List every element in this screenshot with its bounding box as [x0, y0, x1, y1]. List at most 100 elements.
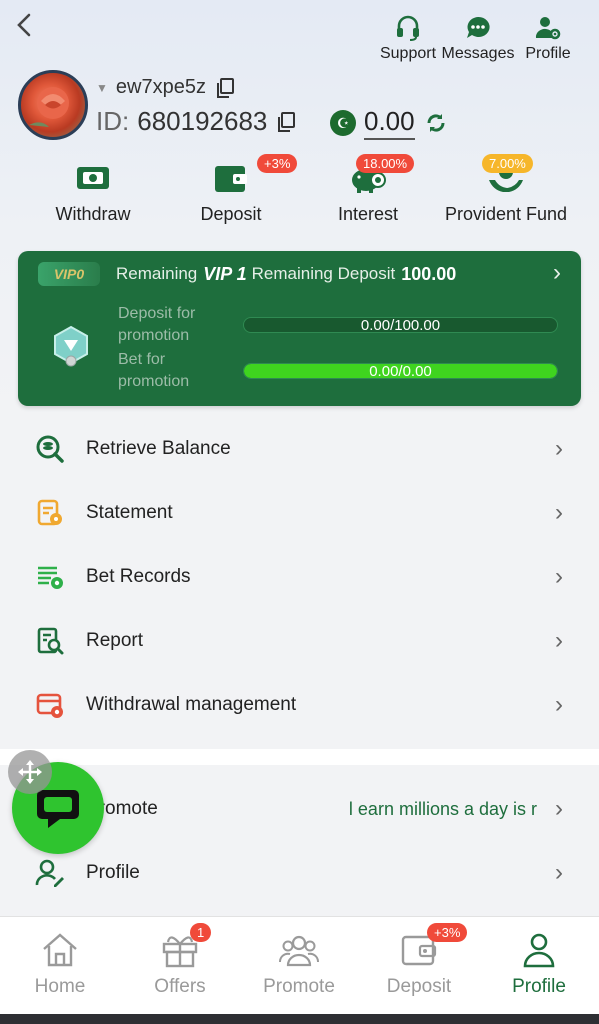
chevron-right-icon: ›: [555, 435, 563, 462]
tab-deposit[interactable]: +3% Deposit: [369, 923, 469, 998]
withdraw-settings-icon: [34, 689, 66, 721]
copy-id-icon[interactable]: [277, 111, 296, 132]
user-id-row: ID: 680192683: [96, 106, 296, 137]
next-vip-level: VIP 1: [203, 263, 247, 284]
balance-value: 0.00: [364, 106, 415, 140]
tab-label: Home: [34, 976, 86, 997]
menu-item-label: Statement: [86, 502, 173, 523]
menu-item-retrieve-balance[interactable]: Retrieve Balance ›: [0, 417, 599, 481]
deposit-promotion-row: Deposit for promotion 0.00/100.00: [118, 303, 578, 347]
menu-item-label: Retrieve Balance: [86, 438, 231, 459]
user-id: 680192683: [137, 106, 268, 136]
chevron-right-icon: ›: [555, 691, 563, 718]
vip-level-tag: VIP0: [38, 262, 100, 286]
section-divider: [0, 749, 599, 765]
tab-label: Deposit: [386, 976, 452, 997]
tab-profile[interactable]: Profile: [489, 931, 589, 998]
tab-promote[interactable]: Promote: [249, 931, 349, 998]
chat-dots-icon: [463, 14, 493, 42]
avatar[interactable]: [18, 70, 88, 140]
provident-rate-badge: 7.00%: [482, 154, 533, 173]
vip-header: VIP0 Remaining VIP 1 Remaining Deposit 1…: [38, 262, 558, 286]
chevron-right-icon: ›: [555, 627, 563, 654]
username: ew7xpe5z: [115, 76, 206, 98]
wallet-icon: +3%: [399, 923, 468, 969]
refresh-icon[interactable]: [425, 112, 447, 134]
vip-card[interactable]: VIP0 Remaining VIP 1 Remaining Deposit 1…: [18, 251, 581, 406]
remaining-deposit-value: 100.00: [401, 263, 457, 284]
menu-item-label: Bet Records: [86, 566, 191, 587]
messages-button[interactable]: Messages: [441, 14, 515, 63]
deposit-tab-badge: +3%: [427, 923, 468, 942]
deposit-progress-text: 0.00/100.00: [360, 317, 441, 333]
headset-icon: [393, 14, 423, 42]
menu-item-bet-records[interactable]: Bet Records ›: [0, 545, 599, 609]
deposit-promotion-label: Deposit for promotion: [118, 305, 196, 344]
tab-label: Promote: [263, 976, 335, 997]
vip-gem-icon: [52, 325, 90, 367]
hands-coin-icon: 7.00%: [482, 154, 533, 198]
deposit-bonus-badge: +3%: [257, 154, 298, 173]
menu-item-label: Profile: [86, 862, 140, 883]
bet-promotion-row: Bet for promotion 0.00/0.00: [118, 349, 578, 393]
bet-progress-text: 0.00/0.00: [369, 363, 432, 379]
chat-bubble-icon: [37, 790, 79, 828]
balance-row: ☪ 0.00: [330, 106, 447, 140]
copy-icon[interactable]: [216, 77, 234, 98]
statement-icon: [34, 497, 66, 529]
chevron-right-icon: ›: [555, 563, 563, 590]
menu-item-withdrawal-management[interactable]: Withdrawal management ›: [0, 673, 599, 737]
menu-item-statement[interactable]: Statement ›: [0, 481, 599, 545]
piggy-bank-icon: 18.00%: [348, 154, 415, 198]
menu-item-label: Report: [86, 630, 144, 651]
tab-home[interactable]: Home: [10, 931, 110, 998]
chevron-left-icon: [17, 13, 31, 37]
withdraw-label: Withdraw: [55, 204, 131, 224]
menu-item-profile[interactable]: Profile ›: [0, 841, 599, 905]
provident-fund-label: Provident Fund: [444, 204, 568, 224]
support-button[interactable]: Support: [373, 14, 443, 63]
messages-label: Messages: [441, 45, 515, 62]
user-edit-icon: [34, 857, 66, 889]
cash-icon: [73, 158, 113, 198]
chevron-right-icon: ›: [555, 795, 563, 822]
chevron-right-icon: ›: [555, 499, 563, 526]
wallet-icon: +3%: [211, 154, 298, 198]
username-row: ▼ ew7xpe5z: [96, 76, 234, 99]
drag-move-handle[interactable]: [8, 750, 52, 794]
profile-top-button[interactable]: Profile: [513, 14, 583, 63]
remaining-deposit-label: Remaining Deposit: [251, 264, 396, 283]
gift-icon: 1: [160, 923, 212, 969]
coin-search-icon: [34, 433, 66, 465]
bet-records-icon: [34, 561, 66, 593]
promote-marquee-text: l earn millions a day is r: [348, 798, 537, 819]
caret-down-icon[interactable]: ▼: [96, 81, 108, 95]
tab-label: Offers: [154, 976, 206, 997]
menu-item-label: Withdrawal management: [86, 694, 297, 715]
menu-item-report[interactable]: Report ›: [0, 609, 599, 673]
chevron-right-icon: ›: [555, 859, 563, 886]
profile-top-label: Profile: [525, 45, 571, 62]
bet-progress-bar: 0.00/0.00: [243, 363, 558, 379]
back-button[interactable]: [14, 12, 40, 40]
report-search-icon: [34, 625, 66, 657]
deposit-label: Deposit: [200, 204, 262, 224]
home-icon: [40, 931, 80, 969]
support-label: Support: [379, 45, 437, 62]
group-icon: [279, 931, 319, 969]
remaining-label: Remaining: [116, 264, 198, 283]
deposit-button[interactable]: +3% Deposit: [190, 154, 298, 225]
vip-chevron-right-icon[interactable]: ›: [553, 259, 561, 287]
pakistan-flag-icon: ☪: [330, 110, 356, 136]
tab-offers[interactable]: 1 Offers: [130, 923, 230, 998]
bet-promotion-label: Bet for promotion: [118, 351, 190, 390]
user-icon: [519, 931, 559, 969]
interest-button[interactable]: 18.00% Interest: [327, 154, 415, 225]
provident-fund-button[interactable]: 7.00% Provident Fund: [440, 154, 572, 225]
withdraw-button[interactable]: Withdraw: [52, 158, 134, 225]
tab-label: Profile: [512, 976, 566, 997]
system-nav-strip: [0, 1014, 599, 1024]
id-label: ID:: [96, 106, 130, 136]
user-gear-icon: [533, 14, 563, 42]
bottom-tab-bar: Home 1 Offers Promote +3% Deposit Profil…: [0, 916, 599, 1014]
